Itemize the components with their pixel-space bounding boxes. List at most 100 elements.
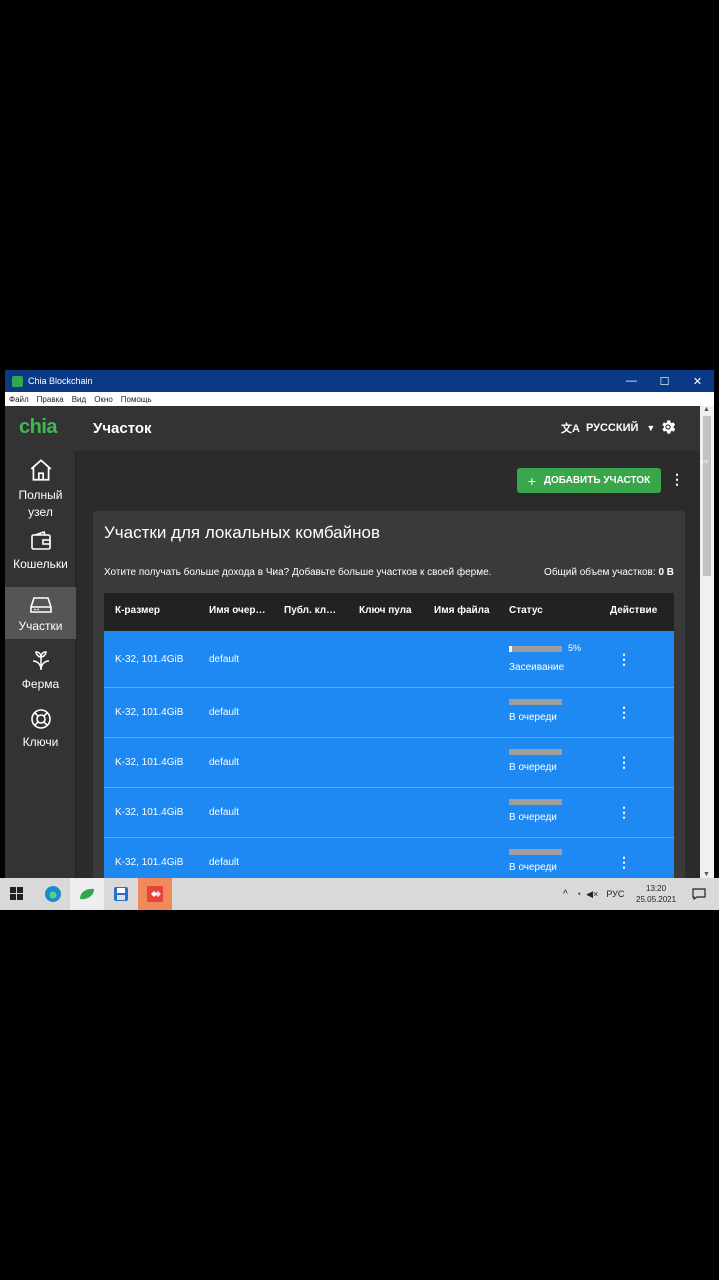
notifications-icon[interactable] [682, 878, 716, 910]
progress-bar [509, 849, 562, 855]
menu-view[interactable]: Вид [72, 395, 86, 404]
title-bar[interactable]: Chia Blockchain — ☐ ✕ [5, 370, 714, 392]
menu-edit[interactable]: Правка [37, 395, 64, 404]
close-button[interactable]: ✕ [681, 370, 714, 392]
sidebar-item-label: Ферма [21, 677, 60, 691]
window-title: Chia Blockchain [28, 376, 93, 386]
page-title: Участок [93, 420, 152, 437]
sidebar-item-label: Полный узел [18, 488, 63, 519]
input-language[interactable]: РУС [606, 889, 624, 899]
col-action[interactable]: Действие [610, 605, 657, 616]
row-actions-icon[interactable]: ⋮ [617, 651, 631, 668]
total-label: Общий объем участков: [544, 567, 656, 578]
col-ksize[interactable]: К-размер [115, 605, 160, 616]
row-actions-icon[interactable]: ⋮ [617, 854, 631, 871]
cell-queue-name: default [209, 707, 240, 718]
card-title: Участки для локальных комбайнов [104, 523, 381, 542]
row-actions-icon[interactable]: ⋮ [617, 754, 631, 771]
add-plot-button[interactable]: + ДОБАВИТЬ УЧАСТОК [517, 468, 661, 493]
table-row[interactable]: K-32, 101.4GiB default В очереди ⋮ [104, 838, 674, 878]
app-bar: chia Участок 文A РУССКИЙ ▼ [5, 406, 714, 451]
app-window: Chia Blockchain — ☐ ✕ Файл Правка Вид Ок… [5, 370, 714, 878]
clock-time: 13:20 [646, 884, 667, 893]
sidebar-item-label: Участки [18, 619, 63, 633]
col-pool-key[interactable]: Ключ пула [359, 605, 412, 616]
maximize-button[interactable]: ☐ [648, 370, 681, 392]
sidebar-item-plots[interactable]: Участки [5, 587, 76, 639]
system-tray: ^ ◔ ◀× РУС [563, 878, 624, 910]
clock[interactable]: 13:20 25.05.2021 [636, 883, 676, 905]
more-options-icon[interactable]: ⋮ [670, 471, 684, 488]
col-queue-name[interactable]: Имя очер… [209, 605, 266, 616]
cell-status: В очереди [509, 712, 557, 723]
cell-ksize: K-32, 101.4GiB [115, 653, 184, 665]
menu-window[interactable]: Окно [94, 395, 113, 404]
hard-drive-icon [29, 597, 52, 613]
language-selector[interactable]: 文A РУССКИЙ ▼ [561, 420, 655, 436]
table-row[interactable]: K-32, 101.4GiB default 5% Засеивание ⋮ [104, 631, 674, 688]
row-actions-icon[interactable]: ⋮ [617, 804, 631, 821]
chia-logo: chia [19, 416, 58, 438]
lifebuoy-icon [30, 709, 51, 729]
chevron-up-icon[interactable]: ^ [563, 889, 568, 900]
cell-ksize: K-32, 101.4GiB [115, 807, 184, 818]
mouse-cursor-icon: ⇔ [697, 452, 711, 468]
volume-muted-icon[interactable]: ◀× [586, 889, 598, 900]
edge-browser-icon[interactable] [36, 878, 70, 910]
col-public-key[interactable]: Публ. кл… [284, 605, 336, 616]
total-value: 0 B [658, 567, 674, 578]
sidebar-item-full-node[interactable]: Полный узел [5, 457, 76, 519]
cell-queue-name: default [209, 857, 240, 868]
menu-bar: Файл Правка Вид Окно Помощь [5, 392, 714, 406]
chia-app-icon [12, 375, 23, 387]
total-plot-size: Общий объем участков: 0 B [544, 567, 674, 578]
progress-bar [509, 799, 562, 805]
progress-fill [509, 646, 512, 652]
cell-status: В очереди [509, 862, 557, 873]
table-row[interactable]: K-32, 101.4GiB default В очереди ⋮ [104, 688, 674, 738]
windows-taskbar: ^ ◔ ◀× РУС 13:20 25.05.2021 [0, 878, 719, 910]
progress-bar [509, 749, 562, 755]
table-row[interactable]: K-32, 101.4GiB default В очереди ⋮ [104, 738, 674, 788]
vertical-scrollbar[interactable]: ▲ ▼ [700, 406, 714, 878]
cell-queue-name: default [209, 807, 240, 818]
menu-help[interactable]: Помощь [121, 395, 152, 404]
sidebar: Полный узел Кошельки Участки Ферма Ключи [5, 451, 76, 878]
chia-taskbar-icon[interactable] [70, 878, 104, 910]
scrollbar-thumb[interactable] [703, 416, 711, 576]
sidebar-item-label: Ключи [22, 735, 59, 749]
sidebar-item-label: Кошельки [13, 557, 68, 571]
minimize-button[interactable]: — [615, 370, 648, 392]
sprout-icon [32, 651, 49, 671]
col-filename[interactable]: Имя файла [434, 605, 490, 616]
wallet-icon [30, 530, 51, 550]
cell-ksize: K-32, 101.4GiB [115, 707, 184, 718]
clock-date: 25.05.2021 [636, 895, 677, 904]
menu-file[interactable]: Файл [9, 395, 29, 404]
plots-card: Участки для локальных комбайнов Хотите п… [93, 511, 685, 878]
anydesk-icon[interactable] [138, 878, 172, 910]
chevron-down-icon: ▼ [646, 423, 656, 433]
scroll-up-icon[interactable]: ▲ [703, 406, 710, 413]
progress-percent: 5% [568, 643, 582, 653]
sidebar-item-wallets[interactable]: Кошельки [5, 529, 76, 577]
home-icon [30, 459, 51, 481]
cell-queue-name: default [209, 653, 240, 665]
sidebar-item-farm[interactable]: Ферма [5, 649, 76, 695]
language-label: РУССКИЙ [585, 422, 639, 434]
col-status[interactable]: Статус [509, 605, 543, 616]
cell-status: Засеивание [509, 662, 565, 673]
progress-bar [509, 646, 562, 652]
floppy-app-icon[interactable] [104, 878, 138, 910]
sidebar-item-keys[interactable]: Ключи [5, 707, 76, 753]
table-row[interactable]: K-32, 101.4GiB default В очереди ⋮ [104, 788, 674, 838]
scroll-down-icon[interactable]: ▼ [703, 871, 710, 878]
wifi-icon[interactable]: ◔ [576, 889, 581, 899]
cell-status: В очереди [509, 812, 557, 823]
main-content: + ДОБАВИТЬ УЧАСТОК ⋮ Участки для локальн… [76, 451, 700, 878]
row-actions-icon[interactable]: ⋮ [617, 704, 631, 721]
plus-icon: + [527, 472, 536, 489]
progress-bar [509, 699, 562, 705]
windows-start-icon[interactable] [0, 878, 34, 910]
settings-gear-icon[interactable] [659, 418, 677, 436]
